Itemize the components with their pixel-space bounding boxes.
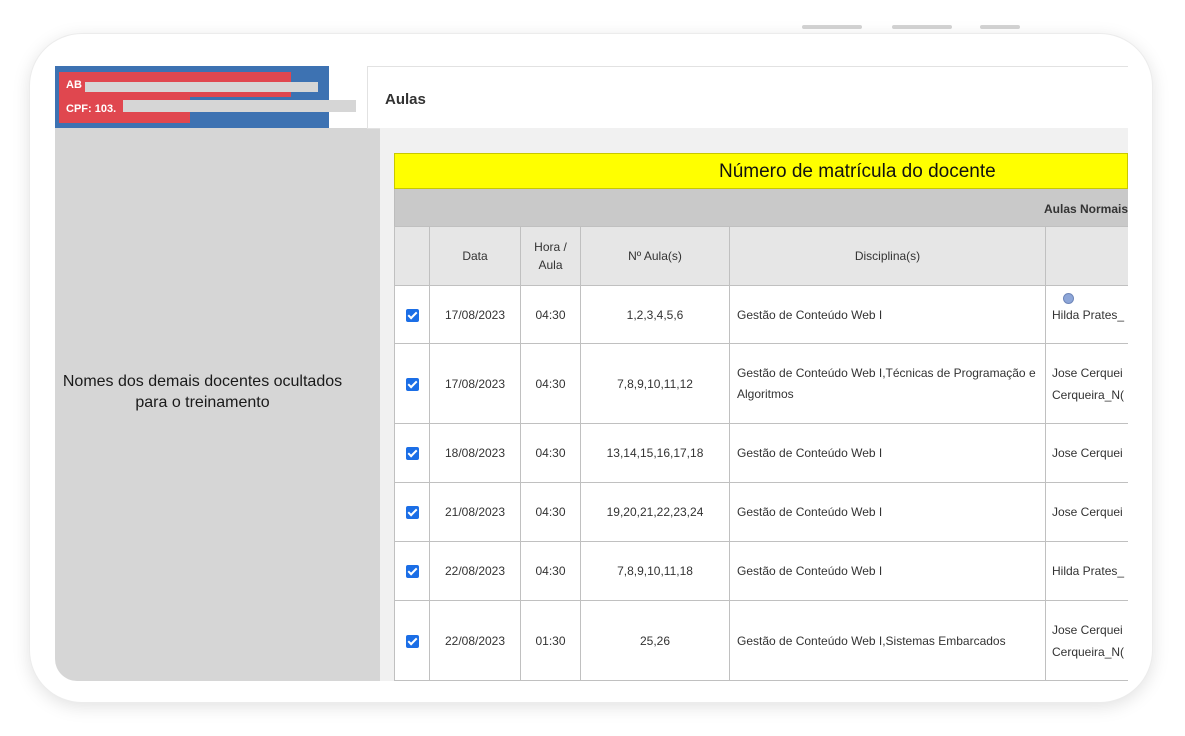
row-select-cell[interactable] [394, 423, 430, 483]
col-header-subjects[interactable]: Disciplina(s) [729, 226, 1046, 286]
hidden-names-note: Nomes dos demais docentes ocultados para… [62, 373, 343, 411]
teacher-cell: Jose Cerquei [1045, 482, 1128, 542]
col-header-time-text: Hora / Aula [534, 240, 567, 272]
indicator-bar [980, 25, 1020, 29]
checkbox-checked-icon[interactable] [405, 447, 419, 461]
date-cell: 18/08/2023 [429, 423, 521, 483]
section-label: Aulas Normais [1044, 202, 1128, 216]
col-header-time[interactable]: Hora / Aula [520, 226, 581, 286]
page-header: Aulas [367, 66, 1128, 129]
date-cell: 22/08/2023 [429, 541, 521, 601]
class-numbers-cell: 19,20,21,22,23,24 [580, 482, 730, 542]
teacher-name: Jose Cerquei Cerqueira_N( [1052, 365, 1125, 402]
left-panel: Nomes dos demais docentes ocultados para… [55, 128, 380, 681]
teacher-name: Jose Cerquei Cerqueira_N( [1052, 622, 1125, 659]
class-numbers-cell: 13,14,15,16,17,18 [580, 423, 730, 483]
subject-cell: Gestão de Conteúdo Web I [729, 541, 1046, 601]
registration-banner: Número de matrícula do docente [394, 153, 1128, 189]
row-select-cell[interactable] [394, 600, 430, 681]
user-name: AB [66, 79, 82, 91]
table-row: 17/08/2023 04:30 1,2,3,4,5,6 Gestão de C… [394, 285, 1128, 344]
page-title: Aulas [385, 91, 426, 108]
indicator-bar [892, 25, 952, 29]
time-cell: 04:30 [520, 343, 581, 424]
row-select-cell[interactable] [394, 285, 430, 344]
date-cell: 17/08/2023 [429, 343, 521, 424]
section-header: Aulas Normais [394, 189, 1128, 226]
checkbox-checked-icon[interactable] [405, 506, 419, 520]
teacher-cell: Hilda Prates_ [1045, 285, 1128, 344]
table-row: 21/08/2023 04:30 19,20,21,22,23,24 Gestã… [394, 482, 1128, 542]
checkbox-checked-icon[interactable] [405, 377, 419, 391]
teacher-cell: Jose Cerquei Cerqueira_N( [1045, 600, 1128, 681]
class-numbers-cell: 7,8,9,10,11,12 [580, 343, 730, 424]
teacher-cell: Hilda Prates_ [1045, 541, 1128, 601]
col-header-teacher [1045, 226, 1128, 286]
time-cell: 04:30 [520, 541, 581, 601]
subject-cell: Gestão de Conteúdo Web I [729, 482, 1046, 542]
subject-cell: Gestão de Conteúdo Web I,Técnicas de Pro… [729, 343, 1046, 424]
banner-text: Número de matrícula do docente [719, 161, 996, 182]
row-select-cell[interactable] [394, 343, 430, 424]
checkbox-checked-icon[interactable] [405, 308, 419, 322]
date-cell: 21/08/2023 [429, 482, 521, 542]
row-select-cell[interactable] [394, 541, 430, 601]
subject-cell: Gestão de Conteúdo Web I,Sistemas Embarc… [729, 600, 1046, 681]
time-cell: 01:30 [520, 600, 581, 681]
indicator-bar [802, 25, 862, 29]
table-row: 22/08/2023 01:30 25,26 Gestão de Conteúd… [394, 600, 1128, 681]
time-cell: 04:30 [520, 423, 581, 483]
user-info-box: AB CPF: 103. [55, 66, 329, 128]
row-select-cell[interactable] [394, 482, 430, 542]
col-header-class-numbers[interactable]: Nº Aula(s) [580, 226, 730, 286]
teacher-cell: Jose Cerquei Cerqueira_N( [1045, 343, 1128, 424]
redaction-bar [85, 82, 318, 92]
subject-cell: Gestão de Conteúdo Web I [729, 423, 1046, 483]
checkbox-checked-icon[interactable] [405, 634, 419, 648]
col-header-date[interactable]: Data [429, 226, 521, 286]
table-header-row: Data Hora / Aula Nº Aula(s) Disciplina(s… [394, 226, 1128, 286]
class-numbers-cell: 1,2,3,4,5,6 [580, 285, 730, 344]
class-numbers-cell: 7,8,9,10,11,18 [580, 541, 730, 601]
table-row: 18/08/2023 04:30 13,14,15,16,17,18 Gestã… [394, 423, 1128, 483]
user-cpf: CPF: 103. [66, 103, 117, 115]
checkbox-checked-icon[interactable] [405, 565, 419, 579]
time-cell: 04:30 [520, 482, 581, 542]
app-screen: AB CPF: 103. Nomes dos demais docentes o… [55, 66, 1128, 681]
subject-cell: Gestão de Conteúdo Web I [729, 285, 1046, 344]
classes-table: Data Hora / Aula Nº Aula(s) Disciplina(s… [394, 226, 1128, 681]
date-cell: 17/08/2023 [429, 285, 521, 344]
table-row: 22/08/2023 04:30 7,8,9,10,11,18 Gestão d… [394, 541, 1128, 601]
redaction-bar [123, 100, 356, 112]
col-header-select [394, 226, 430, 286]
table-row: 17/08/2023 04:30 7,8,9,10,11,12 Gestão d… [394, 343, 1128, 424]
time-cell: 04:30 [520, 285, 581, 344]
cursor-indicator [1063, 293, 1074, 304]
date-cell: 22/08/2023 [429, 600, 521, 681]
teacher-cell: Jose Cerquei [1045, 423, 1128, 483]
class-numbers-cell: 25,26 [580, 600, 730, 681]
